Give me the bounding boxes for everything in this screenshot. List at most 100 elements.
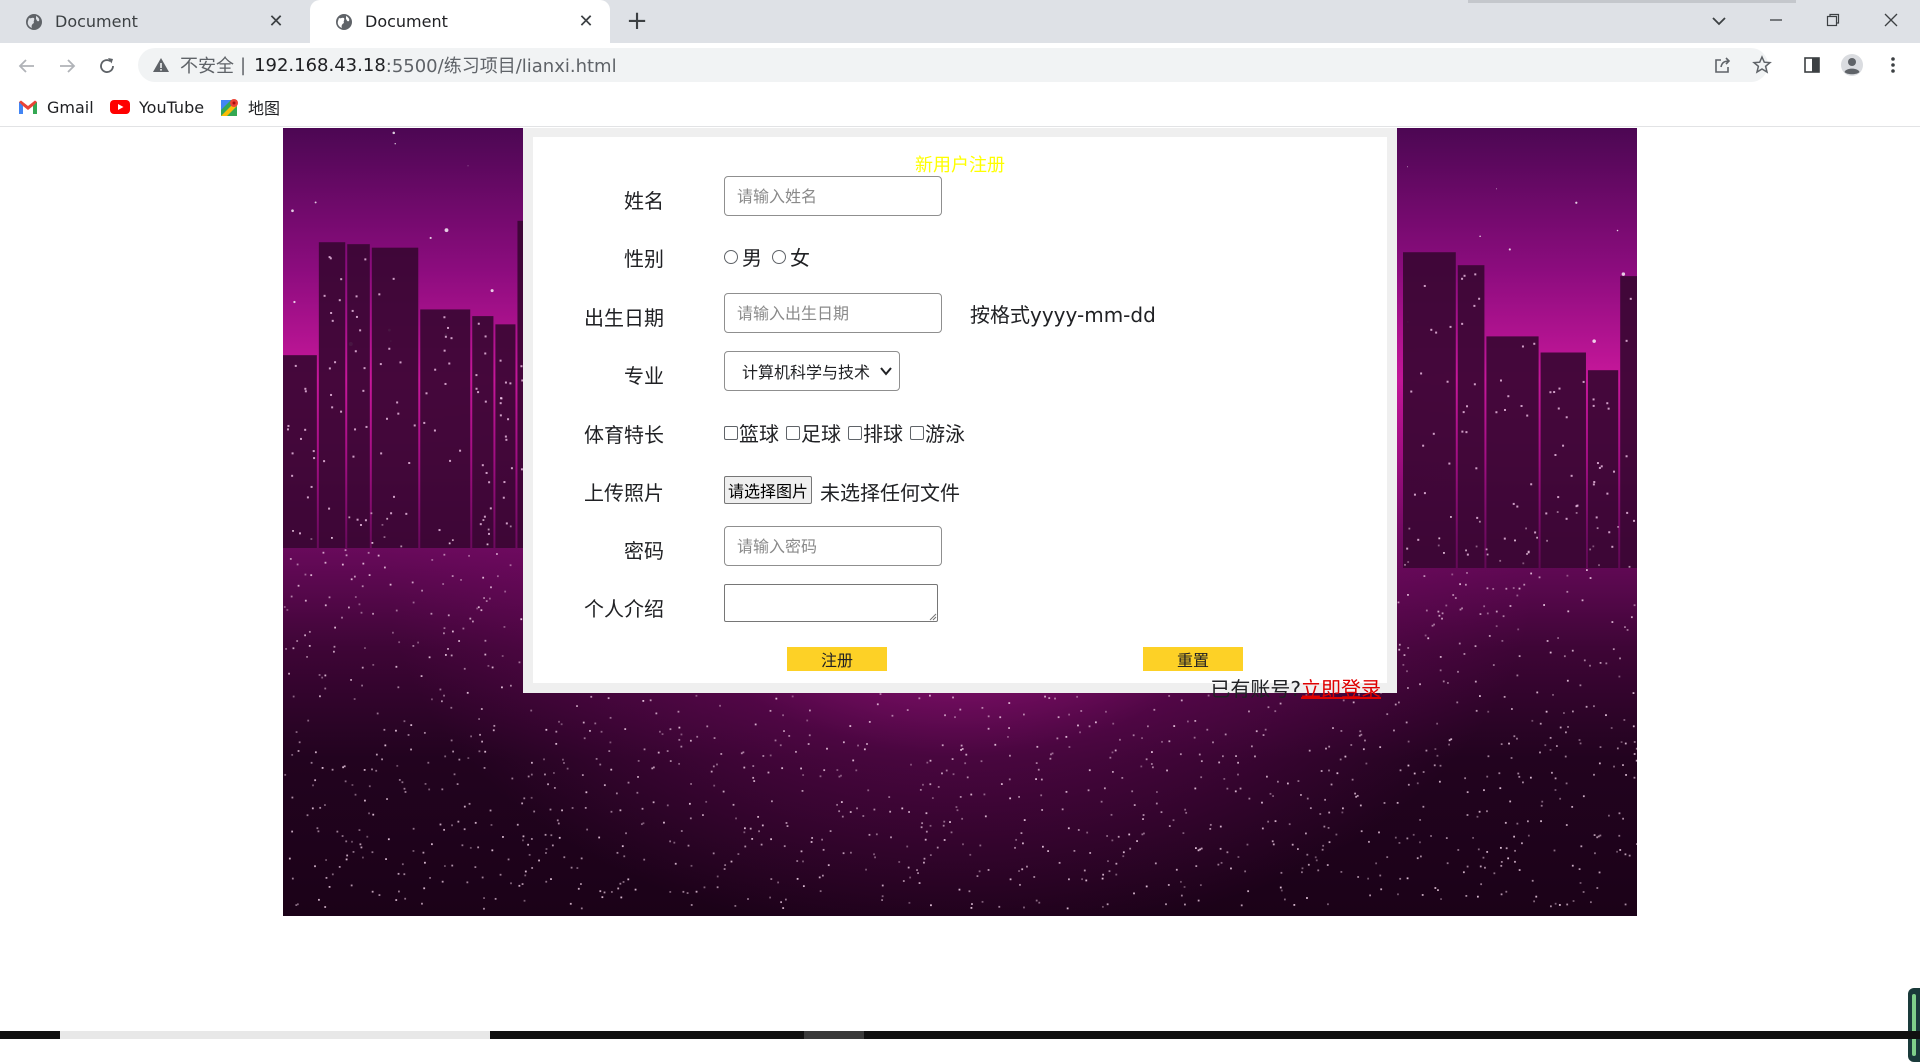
- floating-side-widget[interactable]: [1908, 988, 1920, 1062]
- gender-label: 性别: [624, 247, 664, 271]
- sport-option-volleyball[interactable]: 排球: [848, 418, 903, 447]
- tab-1[interactable]: Document ✕: [0, 0, 300, 43]
- major-select[interactable]: 计算机科学与技术: [724, 351, 900, 391]
- sports-label: 体育特长: [584, 423, 664, 447]
- password-input[interactable]: [724, 526, 942, 566]
- intro-row: 个人介绍: [533, 584, 1387, 626]
- side-panel-icon: [1804, 57, 1820, 73]
- choose-file-button[interactable]: 请选择图片: [724, 476, 812, 504]
- reload-icon: [100, 58, 114, 73]
- tab-search-chevron-icon[interactable]: [1707, 9, 1731, 33]
- file-status-text: 未选择任何文件: [820, 481, 960, 505]
- bookmark-maps[interactable]: 地图: [221, 95, 280, 119]
- bookmark-youtube[interactable]: YouTube: [110, 95, 204, 119]
- radio-button[interactable]: [724, 249, 738, 264]
- restore-button[interactable]: [1813, 6, 1853, 34]
- option-label: 排球: [863, 422, 903, 446]
- bookmark-label: YouTube: [139, 97, 205, 117]
- name-input[interactable]: [724, 176, 942, 216]
- checkbox[interactable]: [848, 425, 862, 440]
- reload-button[interactable]: [94, 53, 120, 79]
- checkbox[interactable]: [910, 425, 924, 440]
- option-label: 游泳: [925, 422, 965, 446]
- warning-icon[interactable]: [152, 56, 170, 74]
- gender-option-female[interactable]: 女: [772, 242, 810, 271]
- option-label: 足球: [801, 422, 841, 446]
- password-label: 密码: [624, 539, 664, 563]
- restore-icon: [1826, 13, 1840, 27]
- not-secure-label[interactable]: 不安全: [180, 52, 234, 78]
- birthday-input[interactable]: [724, 293, 942, 333]
- forward-arrow-icon: [60, 59, 76, 73]
- tab-1-close-icon[interactable]: ✕: [266, 11, 286, 32]
- submit-button[interactable]: 注册: [787, 647, 887, 671]
- taskbar-active-item[interactable]: [804, 1031, 864, 1039]
- tab-2-title: Document: [365, 12, 448, 31]
- bookmark-label: 地图: [248, 99, 281, 118]
- sport-option-football[interactable]: 足球: [786, 418, 841, 447]
- tab-strip: Document ✕ Document ✕ +: [0, 0, 1920, 43]
- taskbar: [0, 1031, 1920, 1039]
- globe-icon: [26, 13, 42, 30]
- tab-2-close-icon[interactable]: ✕: [576, 11, 596, 32]
- name-label: 姓名: [624, 189, 664, 213]
- photo-label: 上传照片: [584, 481, 664, 505]
- option-label: 篮球: [739, 422, 779, 446]
- url-path: :5500/练习项目/lianxi.html: [385, 56, 617, 77]
- password-row: 密码: [533, 526, 1387, 568]
- resize-grip-icon[interactable]: [929, 613, 937, 621]
- checkbox[interactable]: [724, 425, 738, 440]
- checkbox[interactable]: [786, 425, 800, 440]
- chevron-down-icon: [880, 367, 892, 376]
- window-edge-strip: [1468, 0, 1796, 3]
- side-panel-button[interactable]: [1799, 52, 1825, 78]
- option-label: 男: [742, 246, 762, 270]
- bookmark-label: Gmail: [47, 97, 94, 117]
- login-prompt-text: 已有账号?: [1210, 677, 1301, 701]
- share-button[interactable]: [1710, 52, 1736, 78]
- close-icon: [1884, 13, 1898, 27]
- option-label: 女: [790, 246, 810, 270]
- star-icon: [1752, 55, 1772, 74]
- minimize-icon: [1770, 19, 1782, 21]
- menu-button[interactable]: [1880, 52, 1906, 78]
- reset-button[interactable]: 重置: [1143, 647, 1243, 671]
- close-window-button[interactable]: [1871, 6, 1911, 34]
- gmail-icon: [19, 100, 37, 114]
- maps-icon: [221, 99, 238, 116]
- photo-row: 上传照片 请选择图片 未选择任何文件: [533, 468, 1387, 510]
- radio-button[interactable]: [772, 249, 786, 264]
- sport-option-basketball[interactable]: 篮球: [724, 418, 779, 447]
- birthday-format-hint: 按格式yyyy-mm-dd: [970, 303, 1156, 327]
- gender-option-male[interactable]: 男: [724, 242, 762, 271]
- login-link[interactable]: 立即登录: [1301, 677, 1381, 701]
- login-prompt: 已有账号?立即登录: [1210, 673, 1381, 702]
- forward-button[interactable]: [54, 53, 80, 79]
- taskbar-window-item[interactable]: [60, 1031, 490, 1039]
- minimize-button[interactable]: [1756, 6, 1796, 34]
- major-row: 专业 计算机科学与技术: [533, 351, 1387, 393]
- profile-button[interactable]: [1839, 52, 1865, 78]
- bookmark-gmail[interactable]: Gmail: [18, 95, 94, 119]
- registration-form: 新用户注册 姓名 性别 男 女 出生日期 按格式yyyy-mm-dd 专业: [523, 128, 1397, 701]
- intro-textarea[interactable]: [724, 584, 938, 622]
- back-button[interactable]: [14, 53, 40, 79]
- intro-label: 个人介绍: [584, 597, 664, 621]
- page-viewport: 新用户注册 姓名 性别 男 女 出生日期 按格式yyyy-mm-dd 专业: [0, 128, 1920, 1062]
- bookmark-star-button[interactable]: [1749, 52, 1775, 78]
- profile-avatar-icon: [1841, 54, 1863, 76]
- form-title: 新用户注册: [915, 155, 1005, 176]
- new-tab-button[interactable]: +: [623, 8, 651, 36]
- birthday-row: 出生日期 按格式yyyy-mm-dd: [533, 293, 1387, 335]
- sport-option-swimming[interactable]: 游泳: [910, 418, 965, 447]
- back-arrow-icon: [18, 59, 34, 73]
- globe-icon: [336, 13, 352, 30]
- tab-1-title: Document: [55, 12, 138, 31]
- major-label: 专业: [624, 364, 664, 388]
- tab-2[interactable]: Document ✕: [310, 0, 610, 43]
- kebab-menu-icon: [1891, 57, 1895, 73]
- address-bar[interactable]: 不安全 | 192.168.43.18:5500/练习项目/lianxi.htm…: [138, 48, 1768, 82]
- url-host: 192.168.43.18: [254, 54, 386, 76]
- address-separator: |: [240, 54, 247, 76]
- youtube-icon: [110, 100, 130, 114]
